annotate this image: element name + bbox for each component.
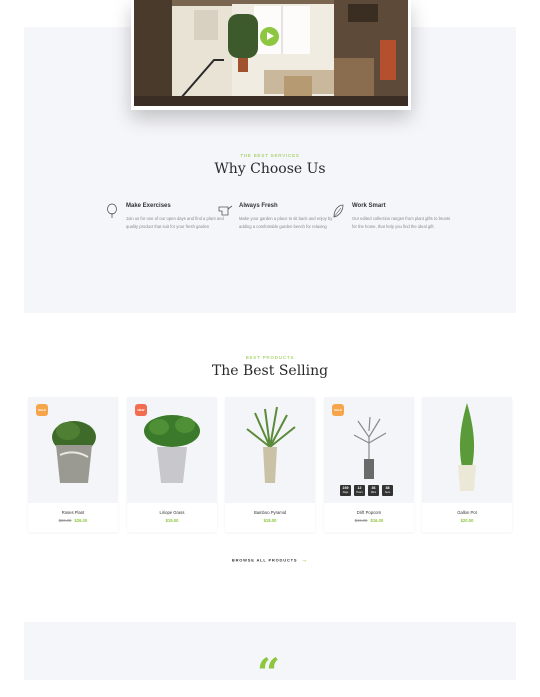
product-name: Roses Plant bbox=[61, 510, 85, 515]
product-name: Liriope Grass bbox=[159, 510, 185, 515]
product-price: $18.00 bbox=[225, 518, 315, 523]
countdown-secs: 38 Secs bbox=[382, 485, 393, 496]
product-image bbox=[422, 397, 512, 503]
product-price: $19.00 $16.00 bbox=[324, 518, 414, 523]
new-badge: NEW bbox=[135, 404, 147, 416]
current-price: $26.00 bbox=[74, 518, 88, 523]
play-button[interactable] bbox=[260, 27, 279, 46]
feature-text: Join us for one of our open days and fin… bbox=[126, 216, 224, 229]
current-price: $20.00 bbox=[460, 518, 474, 523]
video-frame bbox=[131, 0, 411, 110]
countdown-days: 239 Days bbox=[340, 485, 351, 496]
feature-text: Our edited collection ranges from plant … bbox=[352, 216, 451, 229]
feature-title: Make Exercises bbox=[126, 203, 171, 209]
feature-always-fresh: Always Fresh Make your garden a place to… bbox=[218, 203, 339, 231]
products-title: The Best Selling bbox=[211, 363, 329, 379]
feature-title: Work Smart bbox=[352, 203, 386, 209]
old-price: $30.00 bbox=[58, 518, 72, 523]
product-card-gallon-pot[interactable]: Gallon Pot $20.00 bbox=[422, 397, 512, 532]
product-price: $19.00 bbox=[127, 518, 217, 523]
feature-make-exercises: Make Exercises Join us for one of our op… bbox=[107, 203, 226, 231]
product-price: $30.00 $26.00 bbox=[28, 518, 118, 523]
watering-can-icon bbox=[218, 205, 233, 216]
product-card-drift-popcorn[interactable]: SALE 239 Days 12 Hours 36 Mins 38 Secs Drift… bbox=[324, 397, 414, 532]
why-title: Why Choose Us bbox=[214, 161, 326, 177]
arrow-right-icon: → bbox=[300, 557, 309, 564]
feature-work-smart: Work Smart Our edited collection ranges … bbox=[333, 203, 452, 231]
product-name: Drift Popcorn bbox=[356, 510, 382, 515]
tree-icon bbox=[107, 203, 117, 218]
video-thumbnail[interactable] bbox=[134, 0, 408, 106]
feature-text: Make your garden a place to sit back and… bbox=[239, 216, 333, 229]
feature-title: Always Fresh bbox=[239, 203, 278, 209]
countdown-hours: 12 Hours bbox=[354, 485, 365, 496]
leaf-icon bbox=[333, 204, 344, 218]
product-name: Gallon Pot bbox=[457, 510, 477, 515]
product-card-liriope-grass[interactable]: NEW Liriope Grass $19.00 bbox=[127, 397, 217, 532]
old-price: $19.00 bbox=[354, 518, 368, 523]
countdown-timer: 239 Days 12 Hours 36 Mins 38 Secs bbox=[340, 485, 393, 496]
product-price: $20.00 bbox=[422, 518, 512, 523]
sale-badge: SALE bbox=[332, 404, 344, 416]
products-eyebrow: Best Products bbox=[245, 355, 295, 360]
current-price: $18.00 bbox=[263, 518, 277, 523]
countdown-mins: 36 Mins bbox=[368, 485, 379, 496]
current-price: $16.00 bbox=[370, 518, 384, 523]
current-price: $19.00 bbox=[165, 518, 179, 523]
product-card-bamboo-pyramid[interactable]: Bamboo Pyramid $18.00 bbox=[225, 397, 315, 532]
room-image bbox=[134, 0, 408, 106]
product-image bbox=[225, 397, 315, 503]
browse-all-products-link[interactable]: Browse All Products → bbox=[0, 557, 540, 564]
browse-label: Browse All Products bbox=[231, 557, 298, 563]
product-name: Bamboo Pyramid bbox=[253, 510, 287, 515]
why-eyebrow: The Best Services bbox=[240, 153, 300, 158]
quote-icon: “ bbox=[257, 650, 281, 697]
product-card-roses-plant[interactable]: SALE Roses Plant $30.00 $26.00 bbox=[28, 397, 118, 532]
sale-badge: SALE bbox=[36, 404, 48, 416]
